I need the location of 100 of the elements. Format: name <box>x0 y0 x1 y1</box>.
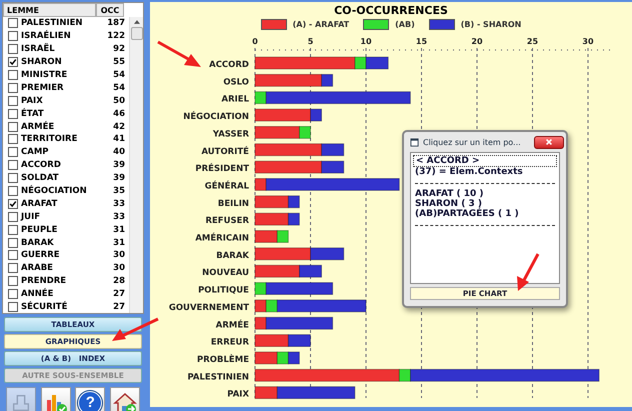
count-cell-text: 30 <box>112 250 126 260</box>
tick-label: 25 <box>526 37 538 46</box>
count-cell-text: 41 <box>112 134 126 144</box>
list-item-label[interactable]: ISRAÉLIEN <box>21 31 99 42</box>
arrow-icon <box>514 252 540 292</box>
list-item-label[interactable]: PAIX <box>21 96 99 106</box>
list-item-label[interactable]: TERRITOIRE <box>21 134 99 144</box>
list-item-label[interactable]: PRENDRE <box>21 276 99 286</box>
checkbox[interactable] <box>8 134 18 144</box>
list-item-label[interactable]: MINISTRE <box>21 70 99 80</box>
checkbox[interactable] <box>8 224 18 235</box>
list-item-label[interactable]: SHARON <box>21 57 99 68</box>
category-label: BARAK <box>216 250 249 261</box>
toolbar-button[interactable] <box>40 387 71 411</box>
checkbox[interactable] <box>8 276 18 286</box>
checkbox[interactable] <box>8 198 18 209</box>
count-cell-text: 54 <box>112 70 126 80</box>
list-item-label[interactable]: GUERRE <box>21 250 99 260</box>
count-cell-text: 42 <box>112 122 126 132</box>
list-item-label[interactable]: BARAK <box>21 238 99 248</box>
category-label: BEILIN <box>218 198 249 209</box>
list-item-label[interactable]: ÉTAT <box>21 108 99 119</box>
tick-label: 5 <box>308 37 314 46</box>
category-label: PRÉSIDENT <box>195 164 249 174</box>
list-item-label[interactable]: ARMÉE <box>21 122 99 132</box>
list-item-label[interactable]: ACCORD <box>21 160 99 170</box>
close-icon <box>545 138 553 146</box>
list-item-label[interactable]: ANNÉE <box>21 289 99 300</box>
count-cell-text: 40 <box>112 147 126 158</box>
category-label: AUTORITÉ <box>201 146 249 157</box>
category-label: PALESTINIEN <box>187 372 249 382</box>
list-item-label[interactable]: SOLDAT <box>21 173 99 184</box>
count-cell-text: 33 <box>112 212 126 222</box>
checkbox[interactable] <box>8 186 18 196</box>
chart-title: CO-OCCURRENCES <box>334 4 448 17</box>
window-icon <box>410 138 419 146</box>
category-label: NOUVEAU <box>202 268 249 278</box>
bar <box>254 300 266 312</box>
tick-label: 20 <box>471 37 483 46</box>
count-cell-text: 54 <box>112 82 126 93</box>
checkbox[interactable] <box>8 263 18 274</box>
checkbox[interactable] <box>8 250 18 260</box>
checkbox[interactable] <box>8 212 18 222</box>
bar <box>288 352 300 364</box>
count-cell-text: 27 <box>112 302 126 312</box>
checkbox[interactable] <box>8 173 18 184</box>
checkbox[interactable] <box>8 70 18 80</box>
column-header[interactable]: OCC <box>96 3 124 17</box>
category-label: OSLO <box>223 77 249 88</box>
checkbox[interactable] <box>8 18 18 28</box>
list-item-label[interactable]: ARABE <box>21 263 99 274</box>
list-item-label[interactable]: ISRAËL <box>21 44 99 54</box>
checkbox[interactable] <box>8 31 18 42</box>
help-button[interactable]: ? <box>75 387 106 411</box>
count-cell-text: 46 <box>112 108 126 119</box>
count-cell-text: 50 <box>112 96 126 106</box>
list-item: SHARON ( 3 ) <box>414 199 482 209</box>
checkbox[interactable] <box>8 147 18 158</box>
category-label: GÉNÉRAL <box>204 181 249 192</box>
checkbox[interactable] <box>8 238 18 248</box>
checkbox[interactable] <box>8 82 18 93</box>
list-item-label[interactable]: SÉCURITÉ <box>21 302 99 312</box>
legend-label: (B) - SHARON <box>460 20 522 29</box>
count-cell-text: 27 <box>112 289 126 300</box>
checkbox[interactable] <box>8 302 18 312</box>
count-cell-text: 39 <box>112 160 126 170</box>
count-cell-text: 122 <box>106 31 126 42</box>
scrollbar[interactable] <box>129 17 143 314</box>
count-cell-text: 28 <box>112 276 126 286</box>
list-item-label[interactable]: ARAFAT <box>21 198 99 209</box>
list-item-label[interactable]: NÉGOCIATION <box>21 186 99 196</box>
checkbox[interactable] <box>8 108 18 119</box>
arrow-icon <box>110 317 160 343</box>
checkbox[interactable] <box>8 57 18 68</box>
popup-title: Cliquez sur un item po... <box>423 138 522 146</box>
count-cell-text: 30 <box>112 263 126 274</box>
count-cell-text: 39 <box>112 173 126 184</box>
list-item-label[interactable]: JUIF <box>21 212 99 222</box>
checkbox[interactable] <box>8 160 18 170</box>
scroll-thumb[interactable] <box>130 27 142 40</box>
list-item: ARAFAT ( 10 ) <box>414 189 485 199</box>
column-header[interactable]: LEMME <box>3 3 96 17</box>
count-cell-text: 31 <box>112 224 126 235</box>
category-label: ARMÉE <box>216 320 249 330</box>
arrow-icon <box>156 40 202 68</box>
list-item[interactable]: < ACCORD > <box>413 155 557 167</box>
toolbar-button[interactable] <box>110 387 140 411</box>
list-item-label[interactable]: PALESTINIEN <box>21 18 99 28</box>
list-item: (AB)PARTAGÉES ( 1 ) <box>414 209 520 219</box>
list-item-label[interactable]: CAMP <box>21 147 99 158</box>
count-cell-text: 35 <box>112 186 126 196</box>
count-cell-text: 92 <box>112 44 126 54</box>
close-button[interactable] <box>534 136 564 148</box>
checkbox[interactable] <box>8 289 18 300</box>
checkbox[interactable] <box>8 96 18 106</box>
list-item-label[interactable]: PEUPLE <box>21 224 99 235</box>
list-item-label[interactable]: PREMIER <box>21 82 99 93</box>
checkbox[interactable] <box>8 44 18 54</box>
checkbox[interactable] <box>8 122 18 132</box>
tick-label: 0 <box>252 37 258 46</box>
